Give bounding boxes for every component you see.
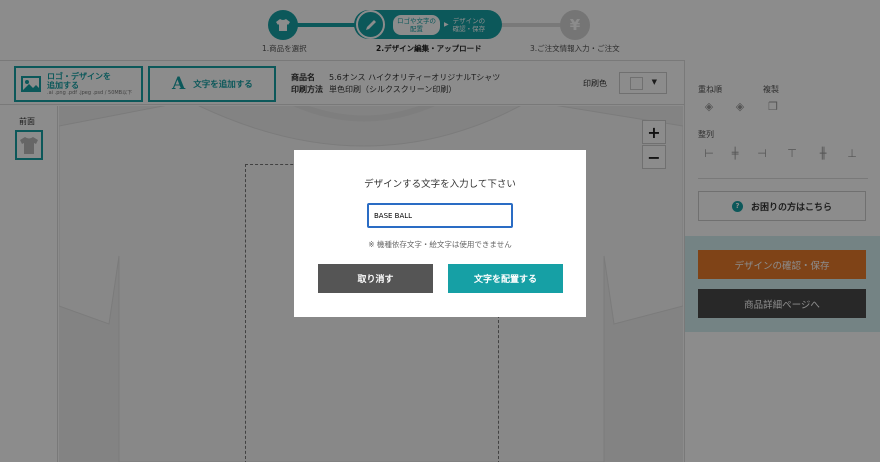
text-input-dialog: デザインする文字を入力して下さい ※ 機種依存文字・絵文字は使用できません 取り… bbox=[294, 150, 586, 317]
cancel-button[interactable]: 取り消す bbox=[318, 264, 433, 293]
place-text-button[interactable]: 文字を配置する bbox=[448, 264, 563, 293]
dialog-note: ※ 機種依存文字・絵文字は使用できません bbox=[368, 240, 512, 249]
dialog-title: デザインする文字を入力して下さい bbox=[364, 179, 516, 190]
text-input[interactable] bbox=[367, 203, 513, 228]
